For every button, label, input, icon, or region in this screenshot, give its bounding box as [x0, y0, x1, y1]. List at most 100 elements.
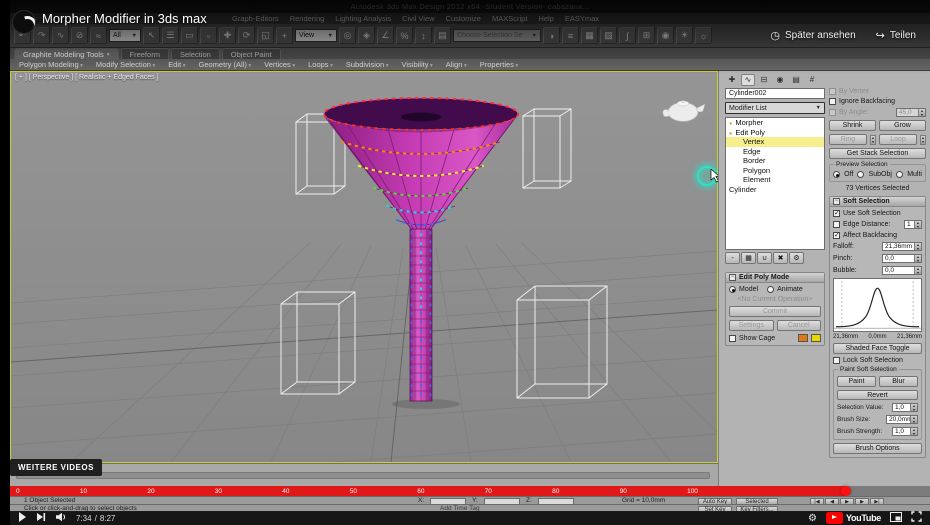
selection-value-spinner[interactable]: 1,0: [892, 403, 918, 412]
brush-options-button[interactable]: Brush Options: [833, 443, 922, 454]
viewport-label[interactable]: [ + ] [ Perspective ] [ Realistic + Edge…: [15, 74, 159, 81]
fullscreen-button[interactable]: [911, 509, 922, 525]
ribbon-panel-item[interactable]: Loops: [308, 60, 333, 69]
menu-item[interactable]: Civil View: [402, 14, 434, 23]
preview-off-radio[interactable]: [833, 171, 840, 178]
by-angle-checkbox[interactable]: [829, 109, 836, 116]
time-slider-groove[interactable]: [16, 472, 710, 479]
ribbon-panel-item[interactable]: Polygon Modeling: [19, 60, 83, 69]
paint-button[interactable]: Paint: [837, 376, 876, 387]
redo-icon[interactable]: ↷: [33, 27, 50, 44]
select-and-move-icon[interactable]: ✚: [219, 27, 236, 44]
create-tab-icon[interactable]: ✚: [725, 74, 739, 86]
utilities-tab-icon[interactable]: #: [805, 74, 819, 86]
channel-avatar[interactable]: [12, 10, 36, 34]
edit-named-selections-icon[interactable]: ▤: [434, 27, 451, 44]
select-and-link-icon[interactable]: ∿: [52, 27, 69, 44]
select-object-icon[interactable]: ↖: [143, 27, 160, 44]
stack-item-cylinder[interactable]: Cylinder: [726, 185, 824, 195]
collapse-icon[interactable]: −: [833, 198, 840, 205]
settings-button[interactable]: Settings: [729, 320, 774, 331]
brush-strength-spinner[interactable]: 1,0: [892, 427, 918, 436]
schematic-view-icon[interactable]: ⊞: [638, 27, 655, 44]
lock-soft-selection-checkbox[interactable]: [833, 357, 840, 364]
stack-item-morpher[interactable]: Morpher: [726, 118, 824, 128]
align-icon[interactable]: ≡: [562, 27, 579, 44]
stack-item-edit-poly[interactable]: Edit Poly: [726, 128, 824, 138]
selection-region-icon[interactable]: ▭: [181, 27, 198, 44]
menu-item[interactable]: Graph-Editors: [232, 14, 279, 23]
by-angle-spinner[interactable]: 45,0: [896, 108, 926, 117]
ribbon-panel-item[interactable]: Edit: [168, 60, 185, 69]
curve-editor-icon[interactable]: ∫: [619, 27, 636, 44]
loop-spinner[interactable]: [920, 134, 926, 145]
use-pivot-center-icon[interactable]: ◎: [339, 27, 356, 44]
next-video-button[interactable]: [36, 509, 46, 525]
tab-selection[interactable]: Selection: [170, 48, 220, 59]
edge-distance-checkbox[interactable]: [833, 221, 840, 228]
youtube-logo[interactable]: YouTube: [825, 512, 881, 524]
snaps-toggle-icon[interactable]: ◈: [358, 27, 375, 44]
show-end-result-button[interactable]: ▦: [741, 252, 756, 264]
unlink-selection-icon[interactable]: ⊘: [71, 27, 88, 44]
more-videos-badge[interactable]: WEITERE VIDEOS: [10, 459, 102, 476]
brush-size-spinner[interactable]: 20,0mm: [886, 415, 918, 424]
share-button[interactable]: ↪ Teilen: [876, 29, 916, 42]
ribbon-panel-item[interactable]: Modify Selection: [96, 60, 155, 69]
pinch-spinner[interactable]: 0,0: [882, 254, 922, 263]
modifier-on-icon[interactable]: [729, 118, 732, 127]
video-progress-scrubber[interactable]: [841, 486, 851, 496]
remove-modifier-button[interactable]: ✖: [773, 252, 788, 264]
tab-freeform[interactable]: Freeform: [120, 48, 169, 59]
animate-radio[interactable]: [767, 286, 775, 293]
preview-subobj-radio[interactable]: [857, 171, 865, 178]
window-crossing-icon[interactable]: ▫: [200, 27, 217, 44]
settings-gear-icon[interactable]: ⚙: [808, 513, 817, 524]
tab-object-paint[interactable]: Object Paint: [221, 48, 281, 59]
bind-to-spacewarp-icon[interactable]: ≈: [90, 27, 107, 44]
configure-modifier-sets-button[interactable]: ⚙: [789, 252, 804, 264]
edit-poly-mode-header[interactable]: − Edit Poly Mode: [726, 273, 824, 283]
display-tab-icon[interactable]: ▤: [789, 74, 803, 86]
select-by-name-icon[interactable]: ☰: [162, 27, 179, 44]
layer-manager-icon[interactable]: ▦: [581, 27, 598, 44]
play-button[interactable]: [18, 509, 27, 525]
loop-button[interactable]: Loop: [879, 134, 917, 145]
model-radio[interactable]: [729, 286, 736, 293]
menu-item[interactable]: Lighting Analysis: [335, 14, 391, 23]
ring-button[interactable]: Ring: [829, 134, 867, 145]
stack-item-edge[interactable]: Edge: [726, 147, 824, 157]
mirror-icon[interactable]: ◑: [543, 27, 560, 44]
material-editor-icon[interactable]: ◉: [657, 27, 674, 44]
ribbon-panel-item[interactable]: Visibility: [402, 60, 433, 69]
object-name-field[interactable]: Cylinder002: [725, 88, 825, 99]
angle-snap-icon[interactable]: ∠: [377, 27, 394, 44]
edge-distance-spinner[interactable]: 1: [904, 220, 922, 229]
stack-item-element[interactable]: Element: [726, 175, 824, 185]
make-unique-button[interactable]: ∪: [757, 252, 772, 264]
menu-item[interactable]: Rendering: [290, 14, 325, 23]
affect-backfacing-checkbox[interactable]: [833, 231, 840, 239]
render-setup-icon[interactable]: ☀: [676, 27, 693, 44]
commit-button[interactable]: Commit: [729, 306, 821, 317]
cancel-button[interactable]: Cancel: [776, 320, 821, 331]
falloff-spinner[interactable]: 21,36mm: [882, 242, 922, 251]
ribbon-panel-item[interactable]: Subdivision: [346, 60, 389, 69]
ribbon-panel-item[interactable]: Vertices: [264, 60, 295, 69]
ribbon-panel-item[interactable]: Properties: [480, 60, 518, 69]
video-title[interactable]: Morpher Modifier in 3ds max: [42, 11, 207, 26]
volume-button[interactable]: [55, 509, 67, 525]
bubble-spinner[interactable]: 0,0: [882, 266, 922, 275]
use-soft-selection-checkbox[interactable]: [833, 209, 840, 217]
modifier-list-dropdown[interactable]: Modifier List ▼: [725, 102, 825, 114]
selection-filter-combo[interactable]: All ▼: [109, 29, 141, 42]
perspective-viewport[interactable]: [ + ] [ Perspective ] [ Realistic + Edge…: [10, 71, 718, 463]
stack-item-vertex[interactable]: Vertex: [726, 137, 824, 147]
cage-color-swatch[interactable]: [798, 334, 808, 342]
modifier-on-icon[interactable]: [729, 128, 732, 137]
ring-spinner[interactable]: [870, 134, 876, 145]
shaded-face-toggle-button[interactable]: Shaded Face Toggle: [833, 343, 922, 354]
menu-item[interactable]: MAXScript: [492, 14, 527, 23]
graphite-ribbon-icon[interactable]: ▨: [600, 27, 617, 44]
miniplayer-button[interactable]: [890, 509, 902, 525]
